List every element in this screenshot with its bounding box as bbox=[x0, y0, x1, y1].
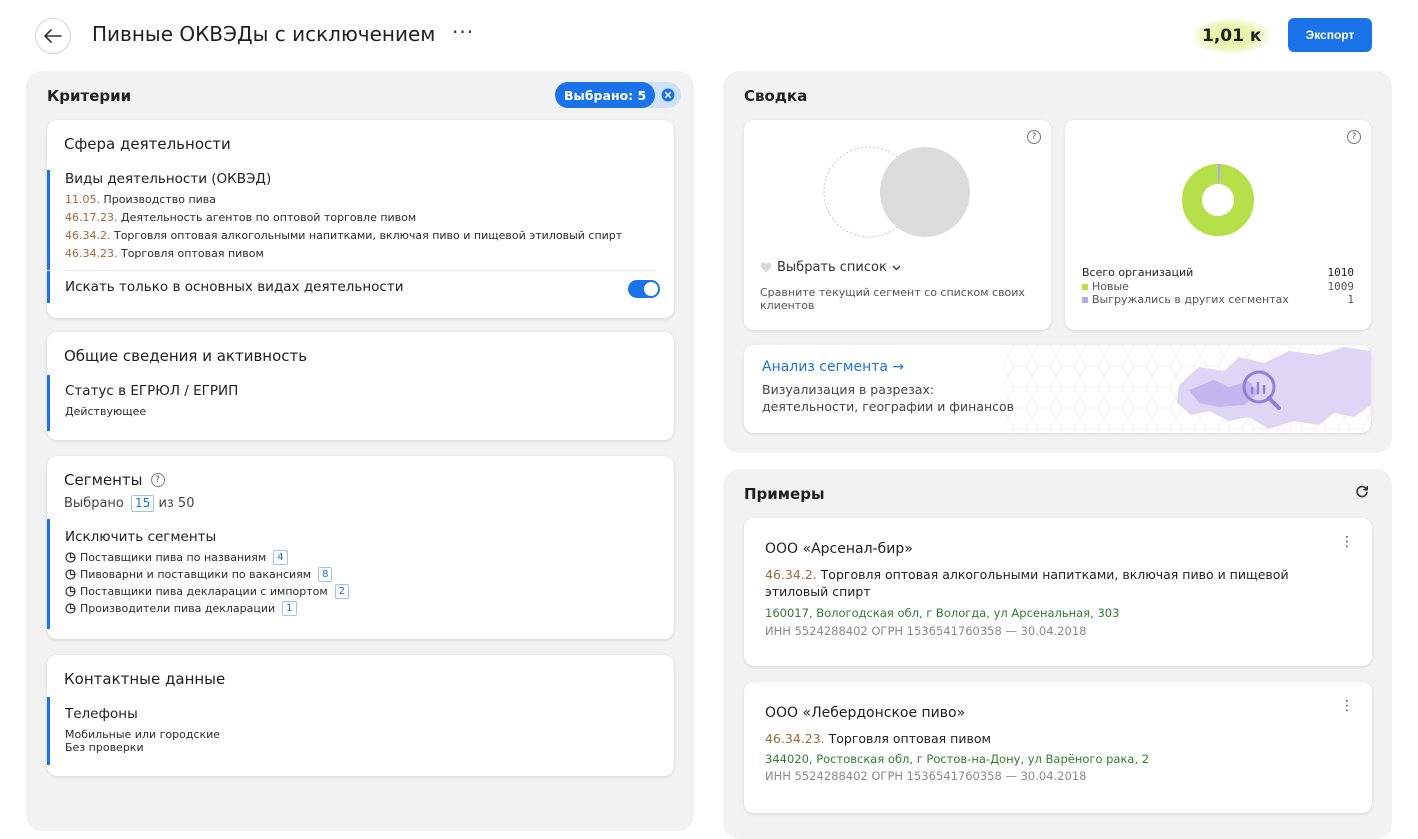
export-button[interactable]: Экспорт bbox=[1288, 18, 1372, 52]
venn-diagram-icon bbox=[823, 146, 970, 238]
chevron-down-icon bbox=[892, 265, 901, 270]
refresh-button[interactable] bbox=[1355, 484, 1369, 503]
phones-line: Без проверки bbox=[65, 741, 144, 754]
heart-icon bbox=[760, 262, 772, 273]
example-company-card[interactable]: ⋮ ООО «Лебердонское пиво» 46.34.23. Торг… bbox=[744, 682, 1372, 813]
activity-card-title: Сфера деятельности bbox=[64, 135, 231, 153]
contacts-card[interactable]: Контактные данные Телефоны Мобильные или… bbox=[47, 655, 674, 776]
segment-item[interactable]: Производители пива декларации 1 bbox=[65, 600, 349, 617]
pie-chart-icon bbox=[65, 603, 76, 614]
okved-group: Виды деятельности (ОКВЭД) 11.05. Произво… bbox=[47, 170, 674, 270]
phones-group: Телефоны Мобильные или городские Без про… bbox=[47, 697, 220, 765]
okved-title: Виды деятельности (ОКВЭД) bbox=[65, 171, 272, 187]
segment-analysis-description: Визуализация в разрезах: деятельности, г… bbox=[762, 382, 1015, 414]
compare-description: Сравните текущий сегмент со списком свои… bbox=[760, 286, 1025, 312]
organizations-donut-chart bbox=[1182, 164, 1254, 236]
segment-item[interactable]: Пивоварни и поставщики по вакансиям 8 bbox=[65, 566, 349, 583]
back-button[interactable] bbox=[35, 18, 71, 54]
card-menu-button[interactable]: ⋮ bbox=[1340, 698, 1354, 714]
company-ids: ИНН 5524288402 ОГРН 1536541760358 — 30.0… bbox=[765, 624, 1087, 638]
okved-item: 46.34.23. Торговля оптовая пивом bbox=[65, 247, 264, 260]
main-activity-group: Искать только в основных видах деятельно… bbox=[47, 271, 674, 303]
activity-card[interactable]: Сфера деятельности Виды деятельности (ОК… bbox=[47, 120, 674, 318]
okved-item: 46.34.2. Торговля оптовая алкогольными н… bbox=[65, 229, 623, 242]
refresh-icon bbox=[1356, 485, 1368, 498]
selected-count-label: Выбрано: 5 bbox=[555, 82, 656, 108]
stat-total: Всего организаций 1010 bbox=[1082, 266, 1354, 279]
page-title: Пивные ОКВЭДы с исключением bbox=[92, 22, 436, 46]
selected-pill: Выбрано: 5 bbox=[555, 82, 682, 108]
status-group: Статус в ЕГРЮЛ / ЕГРИП Действующее bbox=[47, 375, 238, 431]
close-circle-icon bbox=[661, 88, 675, 102]
stats-card: ? Всего организаций 1010 Новые 1009 Выгруж… bbox=[1065, 120, 1371, 330]
help-icon[interactable]: ? bbox=[150, 473, 165, 487]
general-card-title: Общие сведения и активность bbox=[64, 347, 308, 365]
segment-analysis-link[interactable]: Анализ сегмента → bbox=[762, 359, 904, 375]
okved-item: 11.05. Производство пива bbox=[65, 193, 217, 206]
segment-item[interactable]: Поставщики пива по названиям 4 bbox=[65, 549, 349, 566]
help-icon[interactable]: ? bbox=[1027, 130, 1041, 144]
arrow-left-icon bbox=[44, 29, 62, 43]
status-value: Действующее bbox=[65, 405, 147, 418]
example-company-card[interactable]: ⋮ ООО «Арсенал-бир» 46.34.2. Торговля оп… bbox=[744, 518, 1372, 666]
status-title: Статус в ЕГРЮЛ / ЕГРИП bbox=[65, 383, 239, 399]
clear-selection-button[interactable] bbox=[655, 82, 681, 108]
compare-card[interactable]: ? Выбрать список Сравните текущий сегмен… bbox=[744, 120, 1051, 330]
company-address: 160017, Вологодская обл, г Вологда, ул А… bbox=[765, 606, 1120, 620]
pie-chart-icon bbox=[65, 552, 76, 563]
pie-chart-icon bbox=[65, 586, 76, 597]
exclude-segments-title: Исключить сегменты bbox=[65, 529, 217, 545]
stat-exported: Выгружались в других сегментах 1 bbox=[1082, 293, 1354, 306]
help-icon[interactable]: ? bbox=[1347, 130, 1361, 144]
okved-item: 46.17.23. Деятельность агентов по оптово… bbox=[65, 211, 417, 224]
legend-new-dot bbox=[1082, 284, 1088, 290]
segment-item[interactable]: Поставщики пива декларации с импортом 2 bbox=[65, 583, 350, 600]
legend-exported-dot bbox=[1082, 297, 1088, 303]
segments-card-title: Сегменты ? bbox=[64, 471, 165, 489]
segment-analysis-banner[interactable]: Анализ сегмента → Визуализация в разреза… bbox=[744, 345, 1371, 433]
russia-map-image bbox=[1177, 347, 1371, 429]
general-card[interactable]: Общие сведения и активность Статус в ЕГР… bbox=[47, 332, 674, 440]
company-address: 344020, Ростовская обл, г Ростов-на-Дону… bbox=[765, 752, 1150, 766]
segments-selected-summary: Выбрано 15 из 50 bbox=[64, 495, 195, 512]
company-ids: ИНН 5524288402 ОГРН 1536541760358 — 30.0… bbox=[765, 769, 1087, 783]
segments-selected-count: 15 bbox=[131, 495, 155, 512]
examples-heading: Примеры bbox=[744, 485, 825, 503]
company-okved: 46.34.2. Торговля оптовая алкогольными н… bbox=[765, 567, 1289, 599]
company-name: ООО «Арсенал-бир» bbox=[765, 541, 913, 557]
phones-line: Мобильные или городские bbox=[65, 728, 221, 741]
pie-chart-icon bbox=[65, 569, 76, 580]
main-activity-toggle[interactable] bbox=[628, 280, 660, 298]
stat-new: Новые 1009 bbox=[1082, 280, 1354, 293]
phones-title: Телефоны bbox=[65, 706, 138, 722]
stats-list: Всего организаций 1010 Новые 1009 Выгружал… bbox=[1082, 266, 1354, 306]
segments-card[interactable]: Сегменты ? Выбрано 15 из 50 Исключить се… bbox=[47, 456, 674, 639]
result-count-badge: 1,01 к bbox=[1192, 18, 1272, 54]
top-bar: Пивные ОКВЭДы с исключением ··· 1,01 к Э… bbox=[0, 0, 1418, 70]
exclude-segments-group: Исключить сегменты Поставщики пива по на… bbox=[47, 519, 350, 629]
summary-heading: Сводка bbox=[744, 87, 808, 105]
company-okved: 46.34.23. Торговля оптовая пивом bbox=[765, 731, 991, 746]
more-options-button[interactable]: ··· bbox=[452, 20, 474, 44]
main-activity-label: Искать только в основных видах деятельно… bbox=[65, 279, 404, 295]
company-name: ООО «Лебердонское пиво» bbox=[765, 705, 966, 721]
card-menu-button[interactable]: ⋮ bbox=[1340, 534, 1354, 550]
select-list-button[interactable]: Выбрать список bbox=[760, 260, 901, 275]
contacts-card-title: Контактные данные bbox=[64, 670, 226, 688]
criteria-heading: Критерии bbox=[47, 87, 132, 105]
